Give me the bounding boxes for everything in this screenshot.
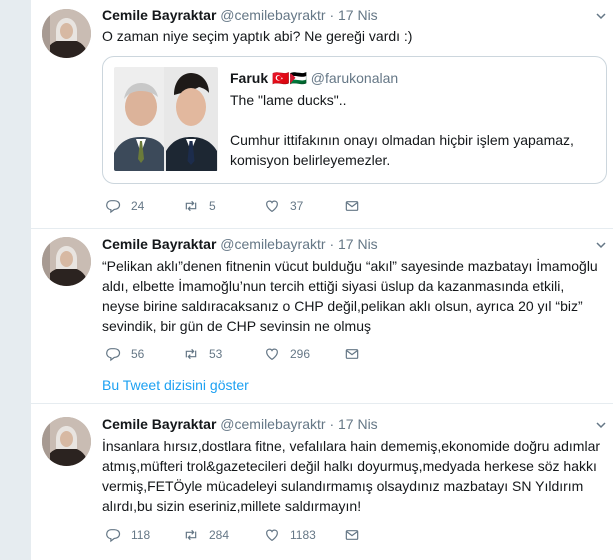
direct-message-button[interactable]: [344, 527, 360, 543]
heart-icon: [264, 198, 280, 214]
tweet-text: “Pelikan aklı”denen fitnenin vücut buldu…: [102, 258, 598, 334]
tweet-actions: 118 284 1183: [102, 527, 402, 547]
tweet-date[interactable]: 17 Nis: [338, 7, 378, 23]
reply-icon: [105, 527, 121, 543]
author-name[interactable]: Cemile Bayraktar: [102, 7, 216, 23]
retweet-icon: [183, 198, 199, 214]
direct-message-button[interactable]: [344, 198, 360, 214]
retweet-count: 5: [209, 199, 216, 213]
avatar[interactable]: [42, 9, 91, 58]
quoted-tweet-image: [114, 67, 218, 171]
separator-dot: ·: [329, 416, 335, 432]
like-button[interactable]: 1183: [264, 527, 316, 543]
reply-button[interactable]: 56: [105, 346, 144, 362]
reply-icon: [105, 198, 121, 214]
heart-icon: [264, 346, 280, 362]
like-count: 296: [290, 347, 311, 361]
envelope-icon: [344, 527, 360, 543]
retweet-button[interactable]: 284: [183, 527, 229, 543]
tweet-header: Cemile Bayraktar @cemilebayraktr · 17 Ni…: [102, 416, 378, 432]
chevron-down-icon[interactable]: [595, 10, 607, 22]
reply-count: 24: [131, 199, 145, 213]
tweet-feed: Cemile Bayraktar @cemilebayraktr · 17 Ni…: [31, 0, 613, 560]
show-thread-link[interactable]: Bu Tweet dizisini göster: [102, 377, 249, 393]
reply-button[interactable]: 118: [105, 527, 150, 543]
quoted-tweet[interactable]: Faruk 🇹🇷🇵🇸 @farukonalan The "lame ducks"…: [102, 56, 607, 184]
reply-button[interactable]: 24: [105, 198, 144, 214]
envelope-icon: [344, 198, 360, 214]
chevron-down-icon[interactable]: [595, 239, 607, 251]
tweet-actions: 24 5 37: [102, 198, 402, 218]
quoted-author-name: Faruk: [230, 70, 269, 86]
tweet[interactable]: Cemile Bayraktar @cemilebayraktr · 17 Ni…: [31, 0, 613, 229]
author-handle[interactable]: @cemilebayraktr: [220, 236, 325, 252]
avatar[interactable]: [42, 417, 91, 466]
like-button[interactable]: 296: [264, 346, 310, 362]
tweet-date[interactable]: 17 Nis: [338, 236, 378, 252]
direct-message-button[interactable]: [344, 346, 360, 362]
reply-count: 56: [131, 347, 145, 361]
tweet-date[interactable]: 17 Nis: [338, 416, 378, 432]
retweet-button[interactable]: 5: [183, 198, 216, 214]
like-count: 1183: [290, 528, 316, 542]
tweet[interactable]: Cemile Bayraktar @cemilebayraktr · 17 Ni…: [31, 404, 613, 560]
flag-emoji: 🇹🇷🇵🇸: [272, 70, 307, 86]
tweet[interactable]: Cemile Bayraktar @cemilebayraktr · 17 Ni…: [31, 229, 613, 404]
quoted-author-handle: @farukonalan: [310, 70, 399, 86]
tweet-text: İnsanlara hırsız,dostlara fitne, vefalıl…: [102, 438, 601, 514]
reply-icon: [105, 346, 121, 362]
envelope-icon: [344, 346, 360, 362]
retweet-icon: [183, 346, 199, 362]
avatar[interactable]: [42, 237, 91, 286]
quoted-tweet-header: Faruk 🇹🇷🇵🇸 @farukonalan: [230, 70, 398, 87]
tweet-header: Cemile Bayraktar @cemilebayraktr · 17 Ni…: [102, 236, 378, 252]
retweet-count: 284: [209, 528, 230, 542]
separator-dot: ·: [329, 236, 335, 252]
separator-dot: ·: [329, 7, 335, 23]
like-count: 37: [290, 199, 304, 213]
author-name[interactable]: Cemile Bayraktar: [102, 416, 216, 432]
quoted-tweet-text-line2: Cumhur ittifakının onayı olmadan hiçbir …: [230, 132, 574, 168]
author-handle[interactable]: @cemilebayraktr: [220, 7, 325, 23]
author-name[interactable]: Cemile Bayraktar: [102, 236, 216, 252]
author-handle[interactable]: @cemilebayraktr: [220, 416, 325, 432]
retweet-icon: [183, 527, 199, 543]
tweet-header: Cemile Bayraktar @cemilebayraktr · 17 Ni…: [102, 7, 378, 23]
reply-count: 118: [131, 528, 151, 542]
tweet-text: O zaman niye seçim yaptık abi? Ne gereği…: [102, 28, 413, 44]
quoted-tweet-text-line1: The "lame ducks"..: [230, 92, 347, 108]
left-background: [0, 0, 31, 560]
chevron-down-icon[interactable]: [595, 419, 607, 431]
tweet-actions: 56 53 296: [102, 346, 402, 366]
heart-icon: [264, 527, 280, 543]
retweet-count: 53: [209, 347, 223, 361]
like-button[interactable]: 37: [264, 198, 303, 214]
retweet-button[interactable]: 53: [183, 346, 222, 362]
